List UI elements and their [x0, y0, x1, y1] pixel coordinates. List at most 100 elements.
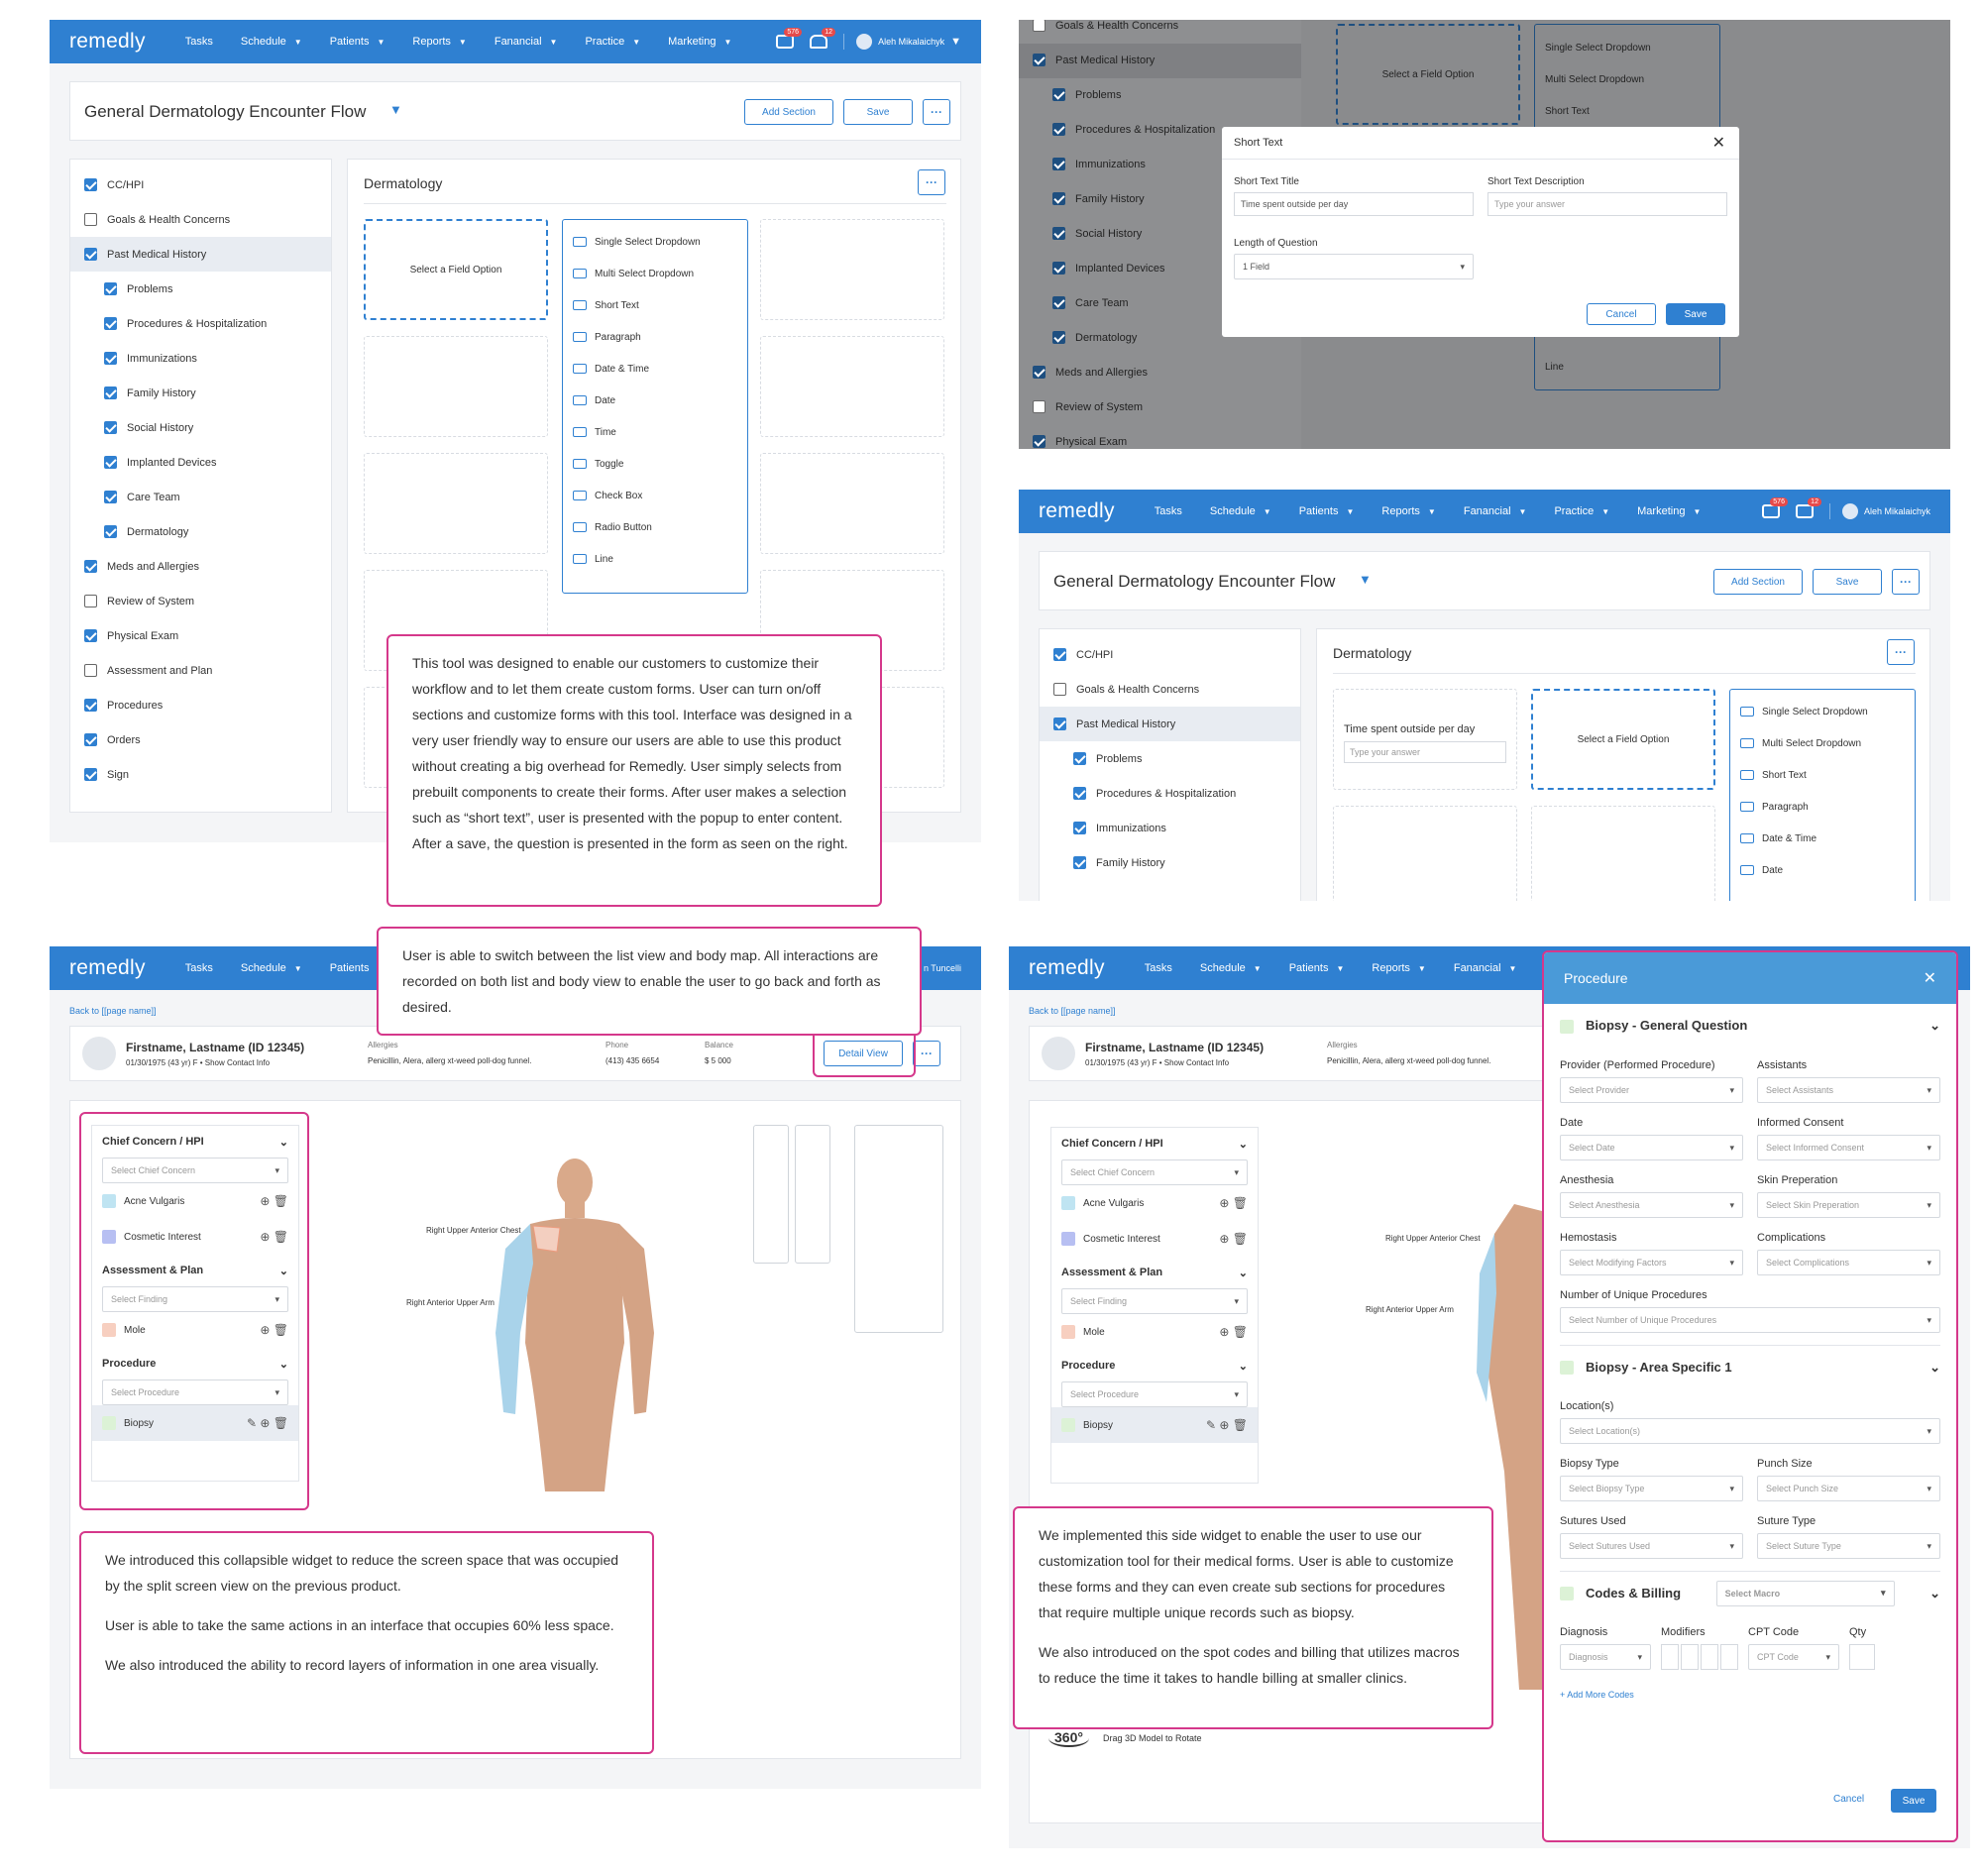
drawer-save-button[interactable]: Save: [1891, 1789, 1936, 1813]
nav-marketing[interactable]: Marketing ▼: [668, 36, 731, 48]
section-item[interactable]: Dermatology: [70, 514, 331, 549]
section-item[interactable]: Implanted Devices: [70, 445, 331, 480]
nav-practice[interactable]: Practice ▼: [585, 36, 640, 48]
section-item[interactable]: Past Medical History: [1040, 707, 1300, 741]
checkbox[interactable]: [84, 768, 97, 781]
user-menu[interactable]: Aleh Mikalaichyk ▼: [843, 34, 961, 50]
section-item[interactable]: Meds and Allergies: [70, 549, 331, 584]
checkbox[interactable]: [84, 595, 97, 607]
length-select[interactable]: 1 Field: [1234, 254, 1474, 279]
section-item[interactable]: CC/HPI: [1040, 637, 1300, 672]
field-option[interactable]: Date & Time: [1740, 823, 1905, 854]
section-item[interactable]: Sign: [70, 757, 331, 792]
page-title: General Dermatology Encounter Flow: [84, 102, 367, 121]
field-placeholder[interactable]: Select a Field Option: [364, 219, 548, 320]
nav-financial[interactable]: Fanancial ▼: [495, 36, 558, 48]
field-option[interactable]: Short Text: [573, 289, 737, 321]
checkbox[interactable]: [84, 178, 97, 191]
canvas-more-button[interactable]: ···: [918, 169, 945, 195]
checkbox[interactable]: [1073, 787, 1086, 800]
checkbox[interactable]: [104, 525, 117, 538]
nav-tasks[interactable]: Tasks: [185, 36, 213, 48]
checkbox[interactable]: [104, 456, 117, 469]
section-item[interactable]: Problems: [70, 272, 331, 306]
section-item[interactable]: Review of System: [70, 584, 331, 618]
add-section-button[interactable]: Add Section: [744, 99, 833, 125]
close-icon[interactable]: ✕: [1924, 968, 1936, 988]
field-option[interactable]: Radio Button: [573, 511, 737, 543]
close-icon[interactable]: ✕: [1712, 133, 1725, 153]
section-item[interactable]: Goals & Health Concerns: [1040, 672, 1300, 707]
section-label: Family History: [127, 386, 196, 399]
section-item[interactable]: Care Team: [70, 480, 331, 514]
checkbox[interactable]: [84, 664, 97, 677]
nav-reports[interactable]: Reports ▼: [412, 36, 466, 48]
field-type-icon: [1740, 707, 1754, 717]
section-item[interactable]: Goals & Health Concerns: [70, 202, 331, 237]
preview-answer-input[interactable]: Type your answer: [1344, 741, 1506, 763]
checkbox[interactable]: [84, 699, 97, 712]
short-text-desc-input[interactable]: Type your answer: [1487, 192, 1727, 216]
field-option[interactable]: Multi Select Dropdown: [1740, 727, 1905, 759]
checkbox[interactable]: [104, 386, 117, 399]
checkbox[interactable]: [104, 282, 117, 295]
checkbox[interactable]: [104, 317, 117, 330]
nav-schedule[interactable]: Schedule ▼: [241, 36, 302, 48]
checkbox[interactable]: [84, 733, 97, 746]
bell-icon[interactable]: 12: [810, 28, 836, 49]
field-option[interactable]: Short Text: [1740, 759, 1905, 791]
field-option[interactable]: Date: [573, 385, 737, 416]
checkbox[interactable]: [84, 213, 97, 226]
back-link[interactable]: Back to [[page name]]: [69, 1006, 157, 1016]
checkbox[interactable]: [84, 629, 97, 642]
field-option[interactable]: Paragraph: [573, 321, 737, 353]
chevron-down-icon[interactable]: ▼: [389, 102, 402, 117]
section-item[interactable]: Family History: [70, 376, 331, 410]
messages-icon[interactable]: 576: [776, 28, 803, 49]
section-item[interactable]: Family History: [1040, 845, 1300, 880]
drawer-cancel-button[interactable]: Cancel: [1833, 1794, 1864, 1805]
section-item[interactable]: Procedures & Hospitalization: [70, 306, 331, 341]
section-item[interactable]: Past Medical History: [70, 237, 331, 272]
add-more-codes-link[interactable]: + Add More Codes: [1560, 1690, 1634, 1700]
modal-save-button[interactable]: Save: [1666, 303, 1725, 325]
section-item[interactable]: Assessment and Plan: [70, 653, 331, 688]
nav-patients[interactable]: Patients ▼: [330, 36, 385, 48]
field-option[interactable]: Date: [1740, 854, 1905, 886]
checkbox[interactable]: [104, 491, 117, 503]
field-option[interactable]: Date & Time: [573, 353, 737, 385]
checkbox[interactable]: [1053, 717, 1066, 730]
section-item[interactable]: Problems: [1040, 741, 1300, 776]
checkbox[interactable]: [1053, 683, 1066, 696]
section-item[interactable]: Procedures & Hospitalization: [1040, 776, 1300, 811]
section-item[interactable]: Physical Exam: [70, 618, 331, 653]
field-option[interactable]: Line: [573, 543, 737, 575]
checkbox[interactable]: [1053, 648, 1066, 661]
field-option[interactable]: Time: [573, 416, 737, 448]
field-option[interactable]: Multi Select Dropdown: [573, 258, 737, 289]
short-text-title-input[interactable]: Time spent outside per day: [1234, 192, 1474, 216]
field-option[interactable]: Toggle: [573, 448, 737, 480]
field-option[interactable]: Paragraph: [1740, 791, 1905, 823]
section-item[interactable]: Immunizations: [70, 341, 331, 376]
checkbox[interactable]: [104, 421, 117, 434]
save-button[interactable]: Save: [843, 99, 913, 125]
field-option[interactable]: Check Box: [573, 480, 737, 511]
checkbox[interactable]: [1073, 822, 1086, 834]
section-item[interactable]: Orders: [70, 722, 331, 757]
checkbox[interactable]: [84, 248, 97, 261]
section-item[interactable]: Immunizations: [1040, 811, 1300, 845]
field-option[interactable]: Single Select Dropdown: [1740, 696, 1905, 727]
body-model[interactable]: [476, 1155, 674, 1491]
section-item[interactable]: CC/HPI: [70, 167, 331, 202]
checkbox[interactable]: [84, 560, 97, 573]
checkbox[interactable]: [1073, 752, 1086, 765]
checkbox[interactable]: [1073, 856, 1086, 869]
logo: remedly: [69, 30, 146, 53]
checkbox[interactable]: [104, 352, 117, 365]
more-options-button[interactable]: ···: [923, 99, 950, 125]
field-option[interactable]: Single Select Dropdown: [573, 226, 737, 258]
section-item[interactable]: Procedures: [70, 688, 331, 722]
section-item[interactable]: Social History: [70, 410, 331, 445]
cancel-button[interactable]: Cancel: [1587, 303, 1656, 325]
